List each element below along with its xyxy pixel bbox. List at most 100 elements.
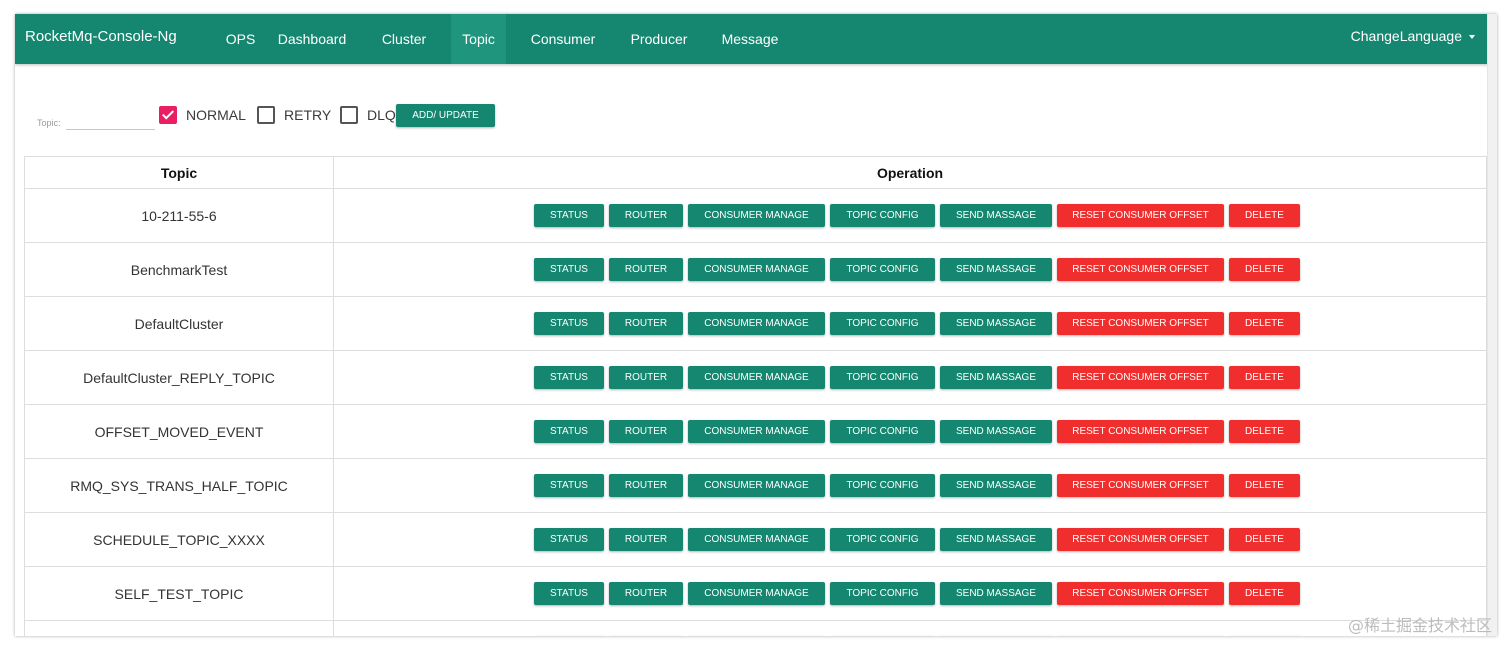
send-message-button[interactable]: SEND MASSAGE <box>940 420 1052 443</box>
reset-consumer-offset-button[interactable]: RESET CONSUMER OFFSET <box>1057 582 1224 605</box>
nav-item-topic[interactable]: Topic <box>451 14 506 64</box>
table-row: OFFSET_MOVED_EVENT STATUS ROUTER CONSUMER M… <box>24 404 1487 459</box>
reset-consumer-offset-button[interactable]: RESET CONSUMER OFFSET <box>1057 258 1224 281</box>
topic-config-button[interactable]: TOPIC CONFIG <box>830 420 935 443</box>
consumer-manage-button[interactable]: CONSUMER MANAGE <box>688 258 825 281</box>
nav-item-consumer[interactable]: Consumer <box>523 14 603 64</box>
status-button[interactable]: STATUS <box>534 312 604 335</box>
topic-config-button[interactable]: TOPIC CONFIG <box>830 258 935 281</box>
status-button[interactable]: STATUS <box>534 366 604 389</box>
topic-table-body: 10-211-55-6 STATUS ROUTER CONSUMER MANAGE TO… <box>24 188 1487 636</box>
checkbox-normal[interactable]: NORMAL <box>159 106 246 124</box>
topic-name-cell: BenchmarkTest <box>24 242 334 297</box>
nav-item-producer[interactable]: Producer <box>621 14 697 64</box>
column-header-topic: Topic <box>24 156 334 189</box>
checkbox-dlq-label: DLQ <box>367 107 396 123</box>
topic-name-cell <box>24 620 334 636</box>
table-header-row: Topic Operation <box>24 156 1487 189</box>
router-button[interactable]: ROUTER <box>609 474 683 497</box>
operation-cell: STATUSROUTERCONSUMER MANAGETOPIC CONFIGS… <box>333 512 1487 567</box>
delete-button[interactable]: DELETE <box>1229 474 1300 497</box>
topic-search-input[interactable] <box>66 111 155 130</box>
delete-button[interactable]: DELETE <box>1229 582 1300 605</box>
topic-config-button[interactable]: TOPIC CONFIG <box>830 366 935 389</box>
topic-config-button[interactable]: TOPIC CONFIG <box>830 312 935 335</box>
delete-button[interactable]: DELETE <box>1229 204 1300 227</box>
status-button[interactable]: STATUS <box>534 582 604 605</box>
topic-name-cell: SCHEDULE_TOPIC_XXXX <box>24 512 334 567</box>
brand-title[interactable]: RocketMq-Console-Ng <box>25 14 177 60</box>
table-row: DefaultCluster_REPLY_TOPIC STATUS ROUTER CO… <box>24 350 1487 405</box>
router-button[interactable]: ROUTER <box>609 204 683 227</box>
reset-consumer-offset-button[interactable]: RESET CONSUMER OFFSET <box>1057 420 1224 443</box>
status-button[interactable]: STATUS <box>534 474 604 497</box>
reset-consumer-offset-button[interactable]: RESET CONSUMER OFFSET <box>1057 366 1224 389</box>
router-button[interactable]: ROUTER <box>609 312 683 335</box>
topic-filter-bar: Topic: NORMAL RETRY DLQ ADD/ UPDATE <box>15 64 1487 154</box>
nav-item-message[interactable]: Message <box>713 14 787 64</box>
delete-button[interactable]: DELETE <box>1229 258 1300 281</box>
consumer-manage-button[interactable]: CONSUMER MANAGE <box>688 582 825 605</box>
status-button[interactable]: STATUS <box>534 420 604 443</box>
router-button[interactable]: ROUTER <box>609 258 683 281</box>
topic-table-container: Topic Operation 10-211-55-6 STATUS ROUTER C… <box>24 156 1487 636</box>
consumer-manage-button[interactable]: CONSUMER MANAGE <box>688 474 825 497</box>
send-message-button[interactable]: SEND MASSAGE <box>940 204 1052 227</box>
topic-table: Topic Operation 10-211-55-6 STATUS ROUTER C… <box>24 156 1487 636</box>
checkbox-dlq[interactable]: DLQ <box>340 106 396 124</box>
topic-config-button[interactable]: TOPIC CONFIG <box>830 582 935 605</box>
delete-button[interactable]: DELETE <box>1229 420 1300 443</box>
topic-name-cell: 10-211-55-6 <box>24 188 334 243</box>
top-navbar: RocketMq-Console-Ng OPS Dashboard Cluste… <box>15 14 1497 64</box>
operation-buttons: STATUS ROUTER CONSUMER MANAGE TOPIC CONFIG S… <box>348 582 1486 605</box>
send-message-button[interactable]: SEND MASSAGE <box>940 312 1052 335</box>
table-row: DefaultCluster STATUS ROUTER CONSUMER MANAG… <box>24 296 1487 351</box>
status-button[interactable]: STATUS <box>534 528 604 551</box>
delete-button[interactable]: DELETE <box>1229 528 1300 551</box>
operation-cell: STATUSROUTERCONSUMER MANAGETOPIC CONFIGS… <box>333 620 1487 636</box>
vertical-scrollbar[interactable] <box>1487 14 1497 636</box>
consumer-manage-button[interactable]: CONSUMER MANAGE <box>688 312 825 335</box>
reset-consumer-offset-button[interactable]: RESET CONSUMER OFFSET <box>1057 312 1224 335</box>
operation-buttons: STATUS ROUTER CONSUMER MANAGE TOPIC CONFIG S… <box>348 312 1486 335</box>
router-button[interactable]: ROUTER <box>609 582 683 605</box>
watermark: @稀土掘金技术社区 <box>1347 616 1492 635</box>
send-message-button[interactable]: SEND MASSAGE <box>940 258 1052 281</box>
table-row: RMQ_SYS_TRANS_HALF_TOPIC STATUS ROUTER CONS… <box>24 458 1487 513</box>
topic-name-cell: DefaultCluster_REPLY_TOPIC <box>24 350 334 405</box>
topic-config-button[interactable]: TOPIC CONFIG <box>830 528 935 551</box>
router-button[interactable]: ROUTER <box>609 366 683 389</box>
topic-name-cell: DefaultCluster <box>24 296 334 351</box>
consumer-manage-button[interactable]: CONSUMER MANAGE <box>688 420 825 443</box>
send-message-button[interactable]: SEND MASSAGE <box>940 528 1052 551</box>
table-row: STATUSROUTERCONSUMER MANAGETOPIC CONFIGS… <box>24 620 1487 636</box>
send-message-button[interactable]: SEND MASSAGE <box>940 474 1052 497</box>
nav-item-cluster[interactable]: Cluster <box>373 14 435 64</box>
router-button[interactable]: ROUTER <box>609 528 683 551</box>
nav-item-ops[interactable]: OPS <box>226 14 256 64</box>
operation-buttons: STATUS ROUTER CONSUMER MANAGE TOPIC CONFIG S… <box>348 528 1486 551</box>
delete-button[interactable]: DELETE <box>1229 366 1300 389</box>
browser-frame: RocketMq-Console-Ng OPS Dashboard Cluste… <box>15 14 1497 636</box>
consumer-manage-button[interactable]: CONSUMER MANAGE <box>688 366 825 389</box>
nav-item-dashboard[interactable]: Dashboard <box>271 14 353 64</box>
add-update-button[interactable]: ADD/ UPDATE <box>396 104 495 127</box>
status-button[interactable]: STATUS <box>534 204 604 227</box>
send-message-button[interactable]: SEND MASSAGE <box>940 366 1052 389</box>
change-language-dropdown[interactable]: ChangeLanguage <box>1351 14 1475 59</box>
send-message-button[interactable]: SEND MASSAGE <box>940 582 1052 605</box>
topic-config-button[interactable]: TOPIC CONFIG <box>830 474 935 497</box>
operation-buttons: STATUS ROUTER CONSUMER MANAGE TOPIC CONFIG S… <box>348 366 1486 389</box>
consumer-manage-button[interactable]: CONSUMER MANAGE <box>688 528 825 551</box>
reset-consumer-offset-button[interactable]: RESET CONSUMER OFFSET <box>1057 528 1224 551</box>
checkbox-unchecked-icon <box>257 106 275 124</box>
operation-buttons: STATUS ROUTER CONSUMER MANAGE TOPIC CONFIG S… <box>348 258 1486 281</box>
reset-consumer-offset-button[interactable]: RESET CONSUMER OFFSET <box>1057 204 1224 227</box>
reset-consumer-offset-button[interactable]: RESET CONSUMER OFFSET <box>1057 474 1224 497</box>
delete-button[interactable]: DELETE <box>1229 312 1300 335</box>
status-button[interactable]: STATUS <box>534 258 604 281</box>
consumer-manage-button[interactable]: CONSUMER MANAGE <box>688 204 825 227</box>
router-button[interactable]: ROUTER <box>609 420 683 443</box>
topic-config-button[interactable]: TOPIC CONFIG <box>830 204 935 227</box>
checkbox-retry[interactable]: RETRY <box>257 106 331 124</box>
